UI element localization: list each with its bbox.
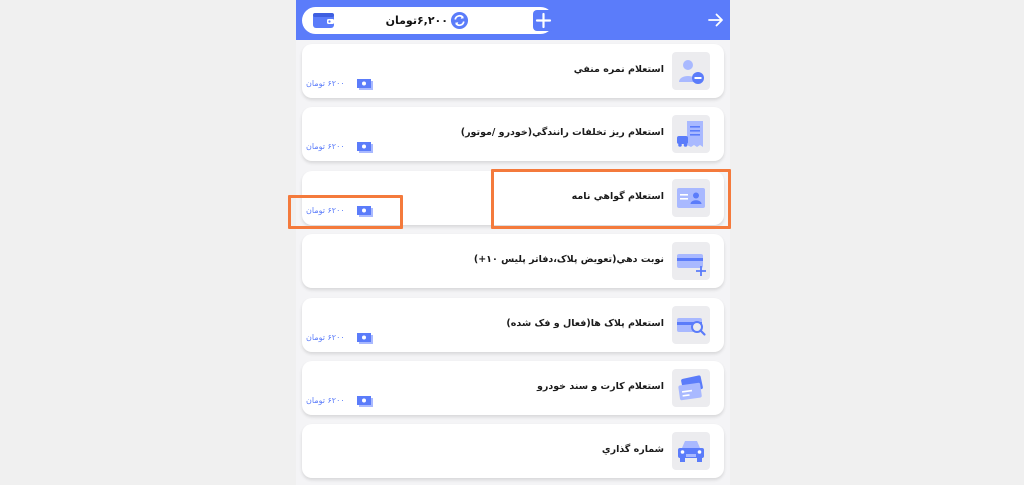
plate-search-icon <box>677 318 706 336</box>
highlight-license-price <box>288 195 403 229</box>
service-title: شماره گذاري <box>601 444 664 455</box>
service-card-traffic-violations[interactable]: استعلام ريز تخلفات رانندگي(خودرو /موتور)… <box>302 107 724 161</box>
top-bar: ۶,۲۰۰تومان <box>296 0 730 40</box>
service-title: استعلام ريز تخلفات رانندگي(خودرو /موتور) <box>460 127 664 138</box>
add-credit-button[interactable] <box>533 10 554 31</box>
service-card-negative-score[interactable]: استعلام نمره منفي ۶۲۰۰ تومان <box>302 44 724 98</box>
money-icon <box>357 79 373 90</box>
service-card-appointment[interactable]: نوبت دهي(تعويض پلاک،دفاتر پليس ۱۰+) <box>302 234 724 288</box>
money-icon <box>357 142 373 153</box>
card-icon-box <box>672 432 710 470</box>
money-icon <box>357 396 373 407</box>
plate-plus-icon <box>677 254 706 276</box>
card-icon-box <box>672 52 710 90</box>
price-text: ۶۲۰۰ تومان <box>306 333 345 342</box>
service-title: نوبت دهي(تعويض پلاک،دفاتر پليس ۱۰+) <box>473 254 664 265</box>
app-screen: ۶,۲۰۰تومان استعلام نمره منفي ۶۲۰۰ تومان … <box>296 0 730 485</box>
price-text: ۶۲۰۰ تومان <box>306 79 345 88</box>
refresh-icon[interactable] <box>450 11 469 30</box>
user-minus-icon <box>679 60 704 84</box>
card-icon-box <box>672 369 710 407</box>
wallet-icon[interactable] <box>312 11 336 30</box>
plus-icon <box>535 12 552 29</box>
service-card-plates[interactable]: استعلام پلاک ها(فعال و فک شده) ۶۲۰۰ توما… <box>302 298 724 352</box>
card-icon-box <box>672 115 710 153</box>
price-text: ۶۲۰۰ تومان <box>306 396 345 405</box>
cards-icon <box>678 375 703 401</box>
highlight-license-title <box>491 169 731 229</box>
service-card-numbering[interactable]: شماره گذاري <box>302 424 724 478</box>
arrow-right-icon[interactable] <box>707 11 725 29</box>
service-title: استعلام نمره منفي <box>573 64 664 75</box>
wallet-balance-bar: ۶,۲۰۰تومان <box>302 7 554 34</box>
card-icon-box <box>672 242 710 280</box>
price-text: ۶۲۰۰ تومان <box>306 142 345 151</box>
service-title: استعلام کارت و سند خودرو <box>536 381 664 392</box>
card-icon-box <box>672 306 710 344</box>
service-title: استعلام پلاک ها(فعال و فک شده) <box>506 318 664 329</box>
receipt-car-icon <box>677 121 703 147</box>
money-icon <box>357 333 373 344</box>
service-card-car-documents[interactable]: استعلام کارت و سند خودرو ۶۲۰۰ تومان <box>302 361 724 415</box>
balance-amount: ۶,۲۰۰تومان <box>385 14 448 27</box>
car-icon <box>678 441 704 462</box>
